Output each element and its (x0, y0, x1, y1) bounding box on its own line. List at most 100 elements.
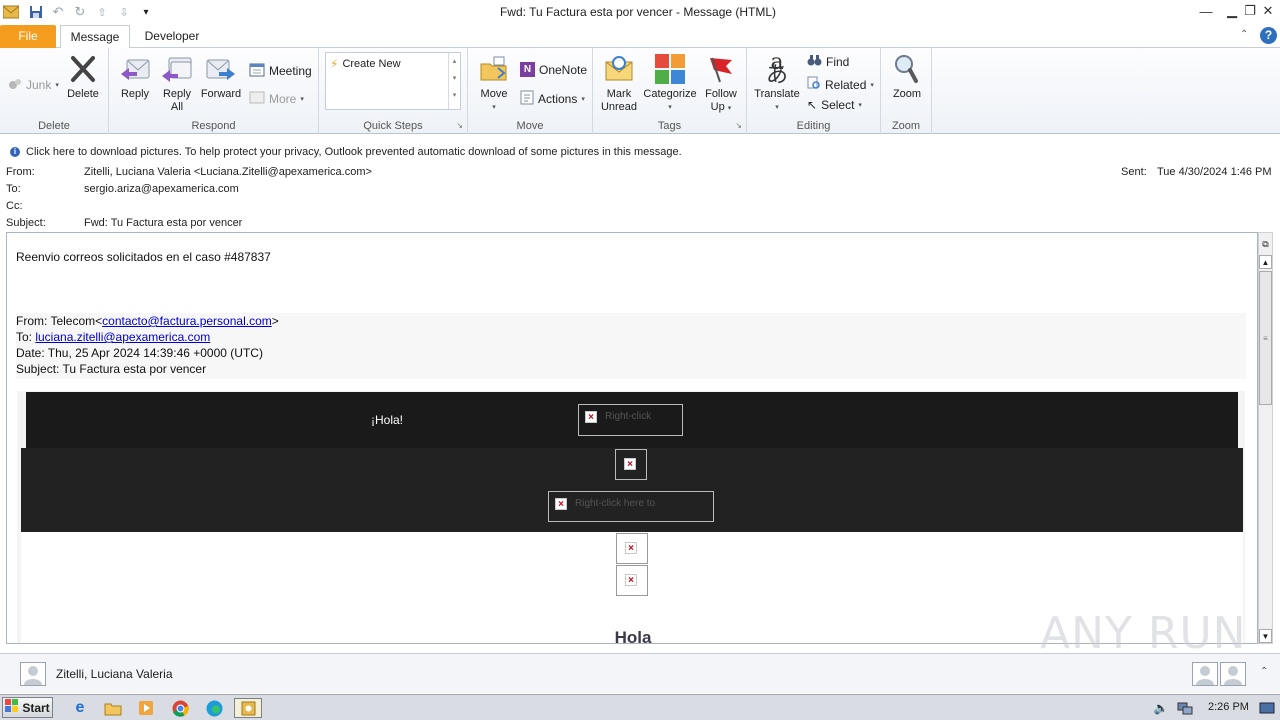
tab-file[interactable]: File (0, 25, 56, 48)
broken-image-icon: × (555, 498, 567, 510)
help-icon[interactable]: ? (1260, 27, 1277, 44)
people-pane: Zitelli, Luciana Valeria ⌃ (0, 653, 1280, 693)
zoom-button[interactable]: Zoom (887, 52, 927, 101)
to-value[interactable]: sergio.ariza@apexamerica.com (84, 183, 239, 195)
body-intro: Reenvio correos solicitados en el caso #… (16, 250, 271, 264)
broken-image[interactable]: × Right-click (578, 404, 683, 436)
outlook-taskbar-button[interactable] (234, 698, 262, 718)
people-avatar-small[interactable] (1220, 662, 1246, 686)
quick-steps-launcher-icon[interactable]: ↘ (456, 121, 463, 130)
broken-image[interactable]: × Right-click here to (548, 491, 714, 522)
actions-icon (520, 90, 534, 108)
people-avatar-small[interactable] (1192, 662, 1218, 686)
hola-heading: Hola (614, 628, 652, 644)
fwd-to-line: To: luciana.zitelli@apexamerica.com (16, 330, 211, 344)
media-player-icon[interactable] (135, 698, 157, 718)
ribbon: Junk ▾ Delete Delete Reply Reply All For… (0, 48, 1280, 134)
binoculars-icon (807, 54, 822, 70)
delete-icon (66, 52, 100, 86)
cc-label: Cc: (6, 200, 23, 212)
fwd-subject-line: Subject: Tu Factura esta por vencer (16, 362, 207, 376)
network-icon[interactable] (1174, 698, 1196, 718)
create-new-quick-step[interactable]: ⚡ Create New (330, 57, 401, 71)
tags-launcher-icon[interactable]: ↘ (735, 121, 742, 130)
show-desktop-icon[interactable] (1256, 698, 1278, 718)
ribbon-tabs: File Message Developer ⌃ ? (0, 24, 1280, 49)
move-folder-icon (477, 52, 511, 86)
meeting-icon (249, 62, 265, 80)
find-button[interactable]: Find (807, 54, 849, 70)
mark-unread-button[interactable]: Mark Unread (597, 52, 641, 114)
translate-button[interactable]: aあ Translate ▾ (751, 52, 803, 114)
chrome-icon[interactable] (169, 698, 191, 718)
fwd-from-link[interactable]: contacto@factura.personal.com (102, 314, 272, 328)
people-pane-name[interactable]: Zitelli, Luciana Valeria (56, 667, 173, 681)
expand-people-pane-icon[interactable]: ⌃ (1260, 666, 1268, 677)
junk-button[interactable]: Junk ▾ (8, 76, 59, 93)
cursor-icon: ↖ (807, 98, 818, 112)
quick-steps-gallery: ⚡ Create New ▴ ▾ ▾ (325, 52, 461, 110)
broken-image-icon: × (625, 574, 637, 586)
group-zoom: Zoom Zoom (881, 48, 932, 134)
meeting-button[interactable]: Meeting (249, 62, 312, 80)
edge-icon[interactable] (203, 698, 225, 718)
categorize-button[interactable]: Categorize ▾ (641, 52, 699, 114)
tab-developer[interactable]: Developer (136, 25, 208, 48)
mark-unread-icon (602, 52, 636, 86)
from-value[interactable]: Zitelli, Luciana Valeria <Luciana.Zitell… (84, 166, 372, 178)
close-button[interactable]: ✕ (1258, 2, 1278, 20)
broken-image-icon: × (585, 411, 597, 423)
scroll-thumb[interactable]: ≡ (1259, 271, 1272, 405)
categorize-icon (653, 52, 687, 86)
restore-button[interactable]: ❐ (1240, 2, 1260, 20)
more-icon (249, 90, 265, 108)
onenote-icon: N (520, 62, 535, 77)
fwd-to-link[interactable]: luciana.zitelli@apexamerica.com (35, 330, 210, 344)
group-move: Move ▾ N OneNote Actions ▾ Move (468, 48, 593, 134)
select-button[interactable]: ↖ Select ▾ (807, 98, 862, 112)
reply-all-button[interactable]: Reply All (157, 52, 197, 114)
scroll-down-arrow[interactable]: ▼ (1259, 629, 1272, 643)
quick-steps-scroll[interactable]: ▴ ▾ ▾ (448, 53, 460, 109)
scrollbar-toolbar-icon[interactable]: ⧉ (1260, 239, 1271, 250)
internet-explorer-icon[interactable]: e (69, 698, 91, 718)
related-icon (807, 76, 821, 93)
onenote-button[interactable]: N OneNote (520, 62, 587, 77)
email-dark-section: × × Right-click here to (21, 448, 1243, 532)
fwd-date-line: Date: Thu, 25 Apr 2024 14:39:46 +0000 (U… (16, 346, 263, 360)
group-delete: Junk ▾ Delete Delete (0, 48, 109, 134)
more-respond-button[interactable]: More ▾ (249, 90, 304, 108)
watermark: ANY RUN (1040, 608, 1247, 659)
message-scrollbar[interactable]: ⧉ ▲ ≡ ▼ (1258, 232, 1273, 644)
tab-message[interactable]: Message (60, 25, 130, 49)
related-button[interactable]: Related ▾ (807, 76, 874, 93)
subject-value: Fwd: Tu Factura esta por vencer (84, 217, 243, 229)
title-bar: ↶ ↻ ⇧ ⇩ ▾ Fwd: Tu Factura esta por vence… (0, 0, 1280, 24)
broken-image[interactable]: × (616, 565, 648, 596)
move-button[interactable]: Move ▾ (474, 52, 514, 114)
translate-icon: aあ (765, 50, 788, 88)
collapse-ribbon-icon[interactable]: ⌃ (1240, 29, 1248, 40)
message-body[interactable]: Reenvio correos solicitados en el caso #… (6, 232, 1258, 644)
actions-button[interactable]: Actions ▾ (520, 90, 585, 108)
email-top-banner: ¡Hola! × Right-click (26, 392, 1238, 448)
start-button[interactable]: Start (2, 697, 53, 718)
fwd-from-line: From: Telecom<contacto@factura.personal.… (16, 314, 279, 328)
reply-button[interactable]: Reply (115, 52, 155, 101)
lightning-icon: ⚡ (330, 57, 339, 71)
hola-small-text: ¡Hola! (371, 413, 404, 427)
clock[interactable]: 2:26 PM (1208, 701, 1249, 713)
forward-button[interactable]: Forward (199, 52, 243, 101)
to-label: To: (6, 183, 21, 195)
broken-image[interactable]: × (615, 449, 647, 480)
volume-icon[interactable]: 🔈 (1150, 698, 1172, 718)
help-minimize-icon[interactable]: — (1196, 2, 1216, 20)
file-explorer-icon[interactable] (102, 698, 124, 718)
picture-download-infobar[interactable]: i Click here to download pictures. To he… (0, 143, 1280, 161)
broken-image[interactable]: × (616, 533, 648, 564)
minimize-button[interactable]: ▁ (1222, 2, 1242, 20)
avatar[interactable] (20, 662, 46, 686)
scroll-up-arrow[interactable]: ▲ (1259, 255, 1272, 269)
delete-button[interactable]: Delete (64, 52, 102, 101)
follow-up-button[interactable]: Follow Up ▾ (699, 52, 743, 115)
